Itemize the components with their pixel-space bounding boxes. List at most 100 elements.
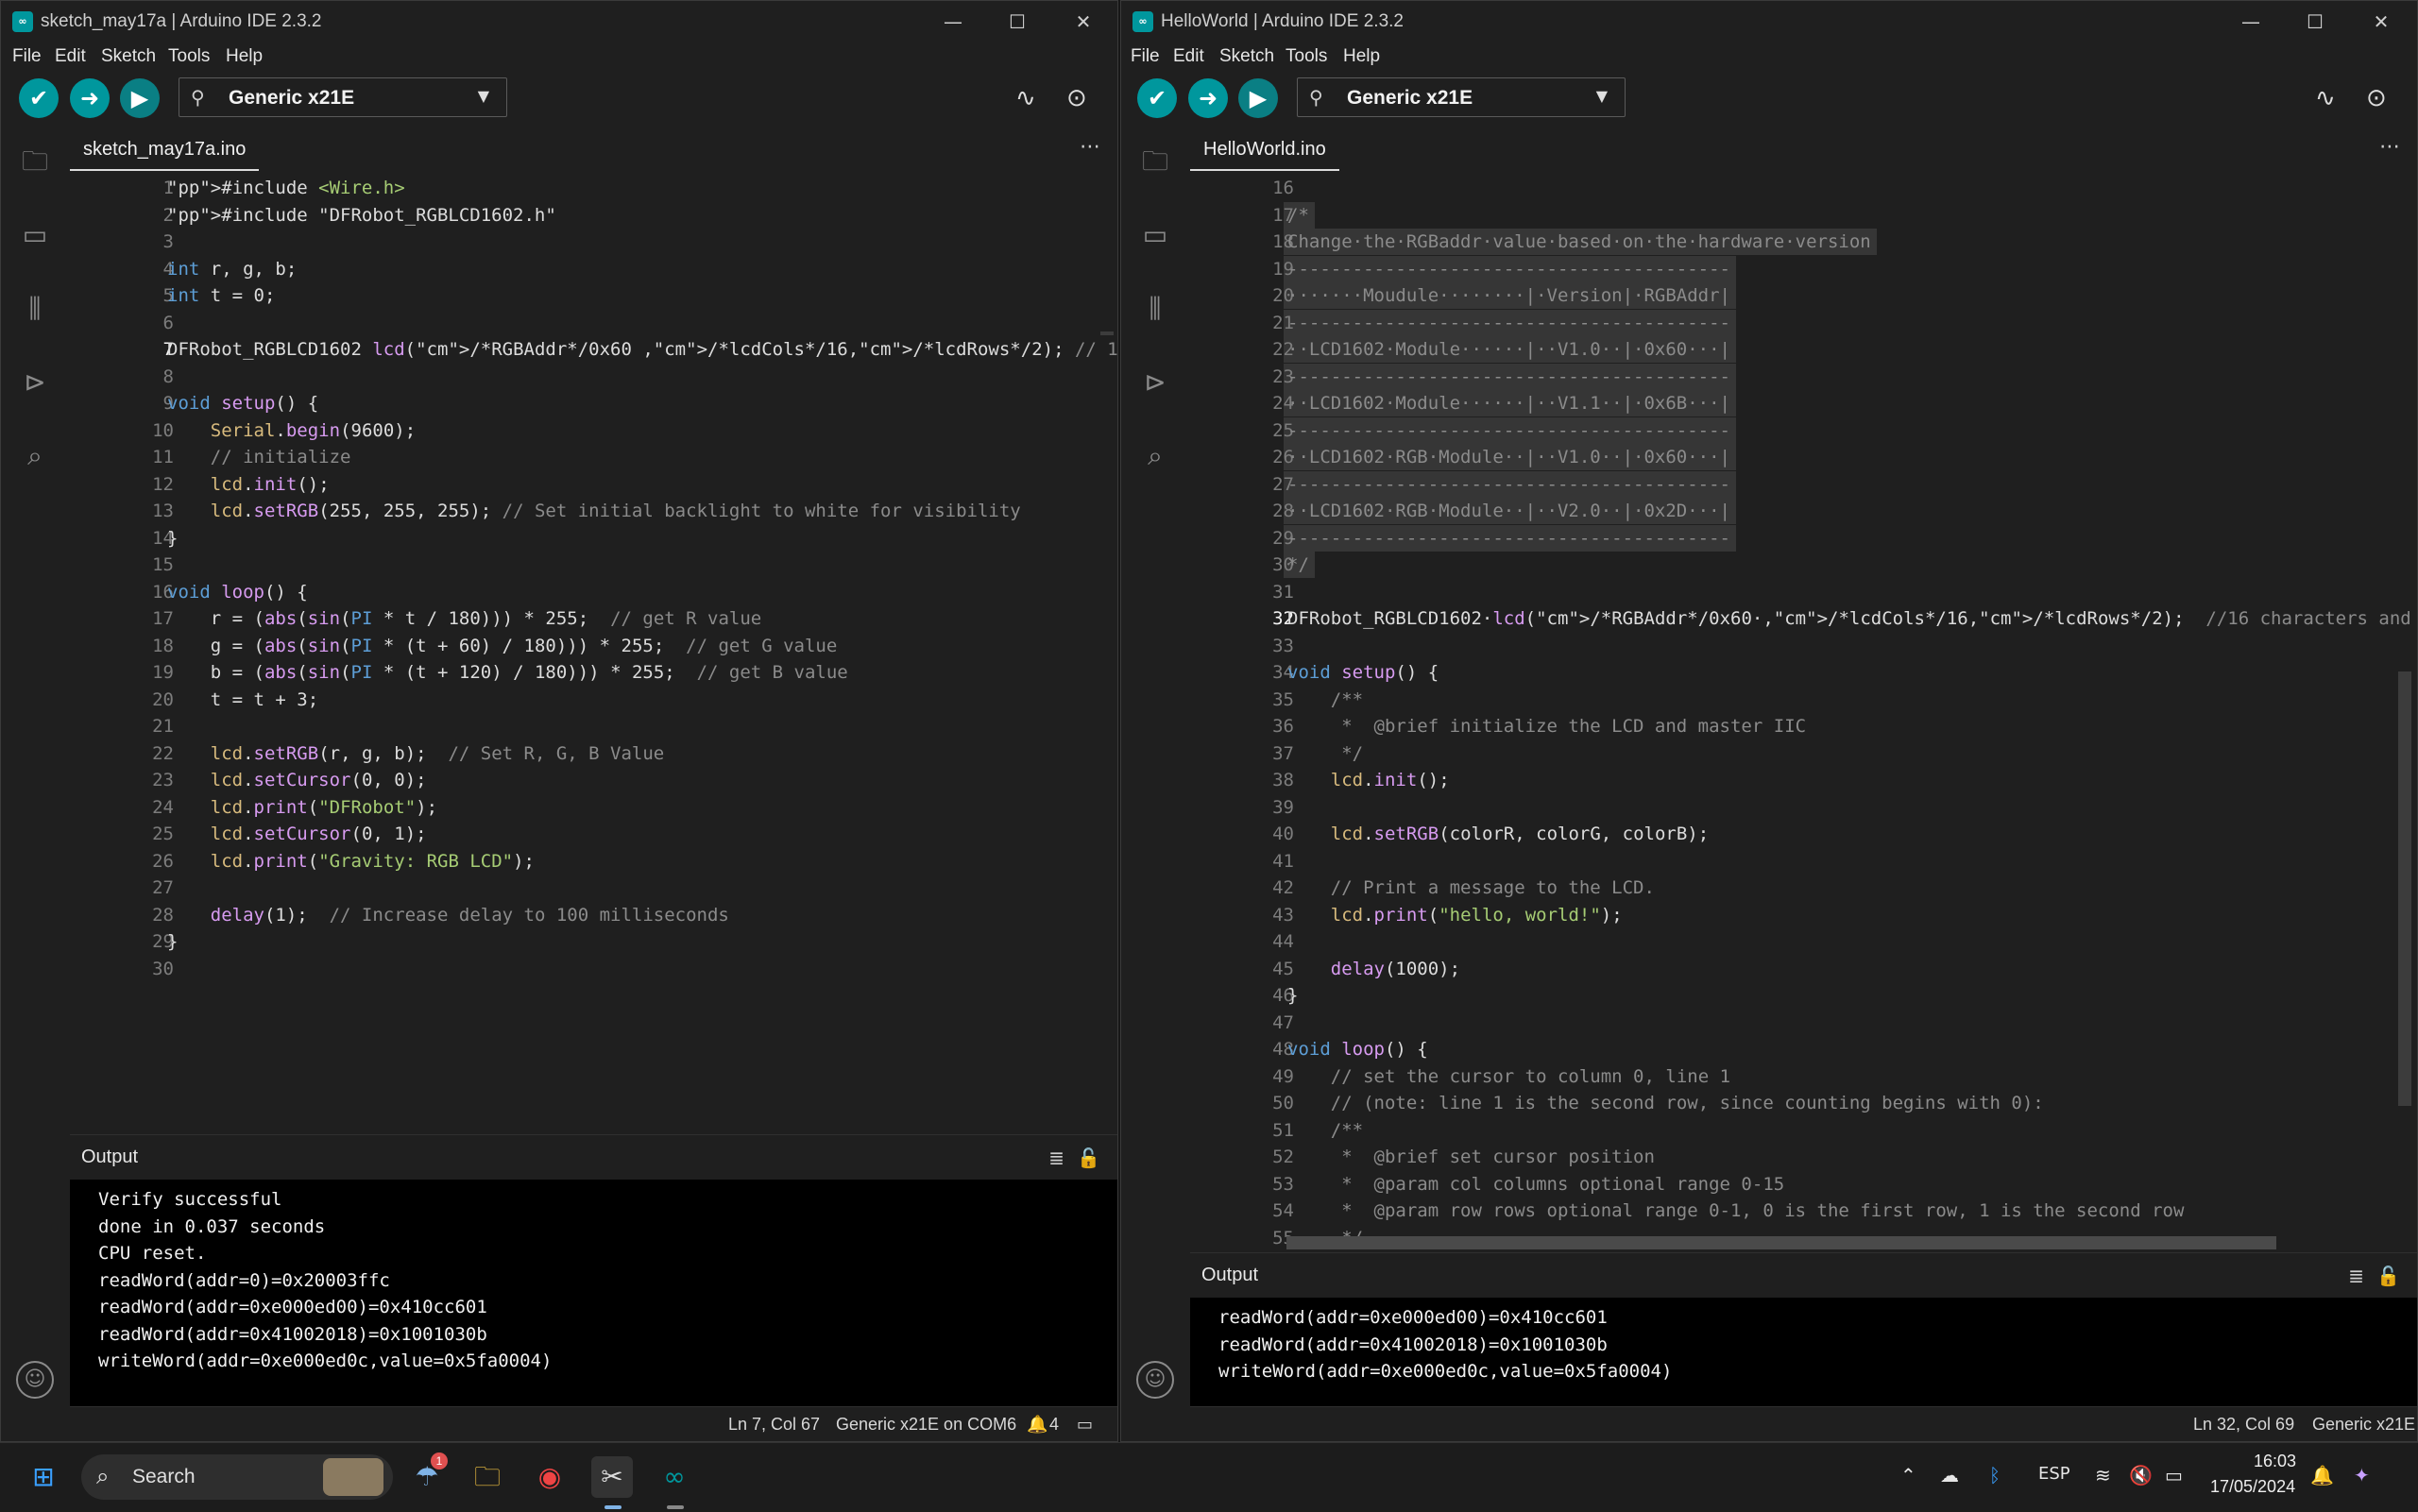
board-port-status[interactable]: Generic x21E on COM6 bbox=[836, 1415, 1016, 1435]
code-line[interactable]: lcd.setRGB(r, g, b); // Set R, G, B Valu… bbox=[167, 740, 664, 767]
verify-button[interactable]: ✔ bbox=[19, 78, 59, 118]
code-line[interactable]: delay(1); // Increase delay to 100 milli… bbox=[167, 902, 729, 928]
code-line[interactable]: ··LCD1602·Module······|··V1.0··|·0x60···… bbox=[1287, 336, 1730, 363]
code-line[interactable]: ----------------------------------------… bbox=[1287, 364, 1730, 390]
menu-file[interactable]: File bbox=[1131, 46, 1160, 67]
serial-monitor-icon[interactable]: ⊙ bbox=[1066, 84, 1087, 112]
debug-icon[interactable]: ⊳ bbox=[16, 364, 54, 401]
debug-button[interactable]: ▶ bbox=[1238, 78, 1278, 118]
code-line[interactable]: lcd.setRGB(colorR, colorG, colorB); bbox=[1287, 821, 1709, 847]
serial-plotter-icon[interactable]: ∿ bbox=[2315, 84, 2336, 112]
code-line[interactable]: * @brief initialize the LCD and master I… bbox=[1287, 713, 1806, 739]
code-line[interactable]: ----------------------------------------… bbox=[1287, 310, 1730, 336]
code-line[interactable]: DFRobot_RGBLCD1602·lcd("cm">/*RGBAddr*/0… bbox=[1287, 605, 2417, 632]
bluetooth-icon[interactable]: ᛒ bbox=[1989, 1464, 2001, 1487]
chrome-icon[interactable]: ◉ bbox=[529, 1456, 570, 1498]
boards-manager-icon[interactable]: ▭ bbox=[1136, 216, 1174, 254]
code-line[interactable]: */ bbox=[1287, 740, 1363, 767]
tab-helloworld[interactable]: HelloWorld.ino bbox=[1190, 127, 1339, 171]
debug-icon[interactable]: ⊳ bbox=[1136, 364, 1174, 401]
code-editor[interactable]: 16 17/* 18 Change·the·RGBaddr·value·based·o… bbox=[1190, 171, 2417, 1252]
code-line[interactable]: DFRobot_RGBLCD1602 lcd("cm">/*RGBAddr*/0… bbox=[167, 336, 1117, 363]
code-line[interactable]: Change·the·RGBaddr·value·based·on·the·ha… bbox=[1287, 229, 1871, 255]
menu-help[interactable]: Help bbox=[1343, 46, 1380, 67]
upload-button[interactable]: ➜ bbox=[70, 78, 110, 118]
lock-icon[interactable]: 🔓 bbox=[1077, 1147, 1100, 1169]
menu-edit[interactable]: Edit bbox=[55, 46, 86, 67]
close-icon[interactable]: ✕ bbox=[2362, 8, 2400, 35]
code-line[interactable]: t = t + 3; bbox=[167, 687, 318, 713]
tab-sketch-may17a[interactable]: sketch_may17a.ino bbox=[70, 127, 260, 171]
code-line[interactable]: void loop() { bbox=[1287, 1036, 1428, 1062]
taskbar-search[interactable]: ⌕ Search bbox=[81, 1454, 393, 1500]
title-bar[interactable]: ∞ HelloWorld | Arduino IDE 2.3.2 — ☐ ✕ bbox=[1121, 1, 2417, 42]
code-line[interactable]: // initialize bbox=[167, 444, 351, 470]
clear-output-icon[interactable]: ≣ bbox=[2348, 1265, 2364, 1287]
code-line[interactable]: g = (abs(sin(PI * (t + 60) / 180))) * 25… bbox=[167, 633, 838, 659]
code-line[interactable]: ··LCD1602·RGB·Module··|··V2.0··|·0x2D···… bbox=[1287, 498, 1730, 524]
cursor-position[interactable]: Ln 32, Col 69 bbox=[2193, 1415, 2294, 1435]
search-icon[interactable]: ⌕ bbox=[1136, 437, 1174, 475]
account-icon[interactable]: ☺ bbox=[1136, 1361, 1174, 1399]
menu-sketch[interactable]: Sketch bbox=[1219, 46, 1274, 67]
folder-icon[interactable]: 🗀 bbox=[1136, 143, 1174, 180]
code-line[interactable]: /** bbox=[1287, 687, 1363, 713]
maximize-icon[interactable]: ☐ bbox=[998, 8, 1036, 35]
code-line[interactable]: * @brief set cursor position bbox=[1287, 1144, 1655, 1170]
search-icon[interactable]: ⌕ bbox=[16, 437, 54, 475]
clear-output-icon[interactable]: ≣ bbox=[1048, 1147, 1064, 1169]
close-icon[interactable]: ✕ bbox=[1064, 8, 1102, 35]
code-line[interactable]: void setup() { bbox=[167, 390, 318, 416]
minimize-icon[interactable]: — bbox=[2232, 8, 2270, 35]
menu-edit[interactable]: Edit bbox=[1173, 46, 1204, 67]
file-explorer-icon[interactable]: 🗀 bbox=[467, 1456, 508, 1498]
notification-bell-icon[interactable]: 🔔 bbox=[1027, 1415, 1047, 1435]
code-line[interactable]: * @param col columns optional range 0-15 bbox=[1287, 1171, 1784, 1198]
arduino-ide-taskbar-icon[interactable]: ∞ bbox=[654, 1456, 695, 1498]
code-line[interactable]: /** bbox=[1287, 1117, 1363, 1144]
code-line[interactable]: lcd.print("hello, world!"); bbox=[1287, 902, 1623, 928]
code-line[interactable]: lcd.print("DFRobot"); bbox=[167, 794, 437, 821]
minimize-icon[interactable]: — bbox=[934, 8, 972, 35]
code-line[interactable]: ··LCD1602·RGB·Module··|··V1.0··|·0x60···… bbox=[1287, 444, 1730, 470]
upload-button[interactable]: ➜ bbox=[1188, 78, 1228, 118]
cursor-position[interactable]: Ln 7, Col 67 bbox=[728, 1415, 820, 1435]
code-line[interactable]: } bbox=[167, 928, 178, 955]
more-options-icon[interactable]: ⋯ bbox=[2379, 135, 2400, 159]
code-line[interactable]: lcd.setCursor(0, 1); bbox=[167, 821, 427, 847]
onedrive-icon[interactable]: ☁ bbox=[1940, 1464, 1959, 1487]
more-options-icon[interactable]: ⋯ bbox=[1080, 135, 1100, 159]
code-line[interactable]: void setup() { bbox=[1287, 659, 1439, 686]
code-line[interactable]: delay(1000); bbox=[1287, 956, 1460, 982]
code-line[interactable]: Serial.begin(9600); bbox=[167, 417, 416, 444]
code-line[interactable]: int t = 0; bbox=[167, 282, 275, 309]
code-line[interactable]: ··LCD1602·Module······|··V1.1··|·0x6B···… bbox=[1287, 390, 1730, 416]
code-line[interactable]: */ bbox=[1287, 552, 1309, 578]
clock-date[interactable]: 17/05/2024 bbox=[2210, 1477, 2295, 1497]
code-line[interactable]: ·······Moudule········|·Version|·RGBAddr… bbox=[1287, 282, 1730, 309]
code-line[interactable]: lcd.init(); bbox=[1287, 767, 1450, 793]
code-line[interactable]: lcd.setCursor(0, 0); bbox=[167, 767, 427, 793]
code-line[interactable]: r = (abs(sin(PI * t / 180))) * 255; // g… bbox=[167, 605, 761, 632]
menu-tools[interactable]: Tools bbox=[1286, 46, 1327, 67]
chevron-up-icon[interactable]: ⌃ bbox=[1900, 1464, 1916, 1487]
library-manager-icon[interactable]: ⫼ bbox=[1136, 290, 1174, 328]
code-line[interactable]: lcd.print("Gravity: RGB LCD"); bbox=[167, 848, 535, 875]
code-line[interactable]: // set the cursor to column 0, line 1 bbox=[1287, 1063, 1730, 1090]
notification-center-icon[interactable]: 🔔 bbox=[2310, 1464, 2334, 1487]
snipping-tool-icon[interactable]: ✂ bbox=[591, 1456, 633, 1498]
code-line[interactable]: "pp">#include <Wire.h> bbox=[167, 175, 405, 201]
battery-icon[interactable]: ▭ bbox=[2165, 1464, 2183, 1487]
serial-plotter-icon[interactable]: ∿ bbox=[1015, 84, 1036, 112]
editor-scrollbar[interactable] bbox=[2398, 671, 2411, 1106]
code-line[interactable]: ----------------------------------------… bbox=[1287, 471, 1730, 498]
speaker-muted-icon[interactable]: 🔇 bbox=[2129, 1464, 2153, 1487]
serial-monitor-icon[interactable]: ⊙ bbox=[2366, 84, 2387, 112]
code-line[interactable]: ----------------------------------------… bbox=[1287, 417, 1730, 444]
board-port-status[interactable]: Generic x21E on COM6 bbox=[2312, 1415, 2417, 1435]
code-line[interactable]: void loop() { bbox=[167, 579, 308, 605]
editor-scrollbar[interactable] bbox=[1100, 331, 1114, 335]
folder-icon[interactable]: 🗀 bbox=[16, 143, 54, 180]
code-line[interactable]: "pp">#include "DFRobot_RGBLCD1602.h" bbox=[167, 202, 556, 229]
menu-help[interactable]: Help bbox=[226, 46, 263, 67]
